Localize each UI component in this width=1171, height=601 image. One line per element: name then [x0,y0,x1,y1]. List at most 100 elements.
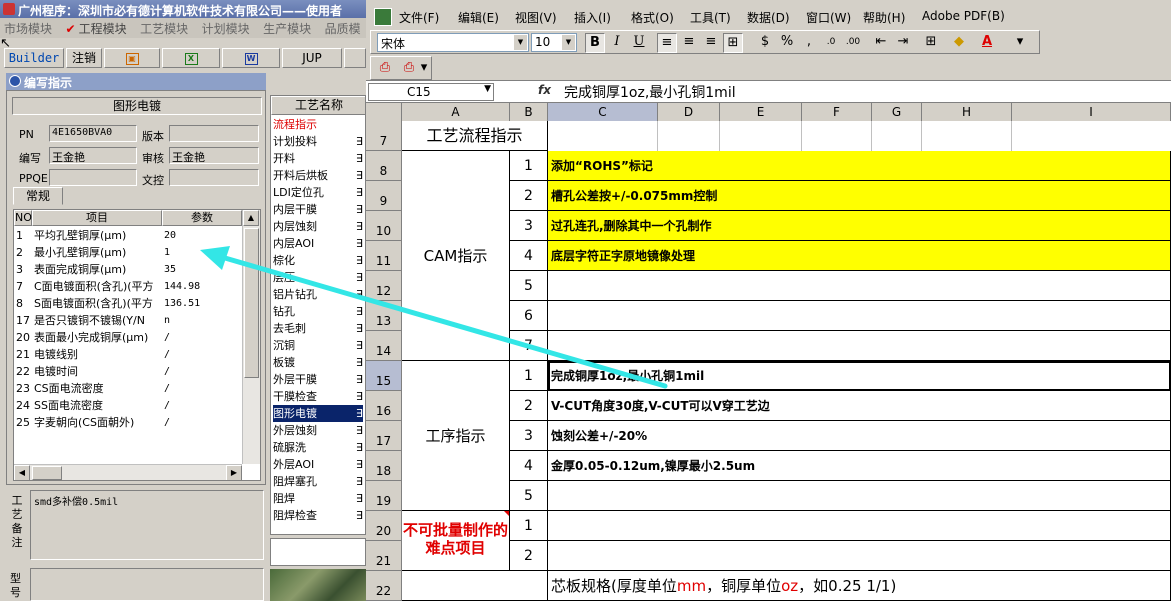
param-row[interactable]: 7 C面电镀面积(含孔)(平方 144.98 [14,278,244,295]
col-header-param[interactable]: 参数 [162,210,242,226]
param-row[interactable]: 3 表面完成铜厚(μm) 35 [14,261,244,278]
param-value[interactable]: 20 [164,227,242,244]
scroll-right-icon[interactable]: ▶ [226,465,242,480]
difficult-section-label[interactable]: 不可批量制作的难点项目 [402,511,510,571]
process-item-number[interactable]: 1 [510,361,548,391]
select-all-corner[interactable] [366,103,402,122]
wenkong-field[interactable] [169,169,259,186]
row-header-22[interactable]: 22 [366,571,402,601]
row-header-18[interactable]: 18 [366,451,402,481]
param-value[interactable]: / [164,414,242,431]
formula-input[interactable]: 完成铜厚1oz,最小孔铜1mil [564,82,736,102]
param-row[interactable]: 21 电镀线别 / [14,346,244,363]
process-list-item[interactable]: 内层蚀刻 ∃ [273,218,363,235]
menu-file[interactable]: 文件(F) [399,9,439,26]
column-header-f[interactable]: F [802,103,872,122]
comma-style-icon[interactable]: , [799,33,819,53]
row-header-12[interactable]: 12 [366,271,402,301]
logout-button[interactable]: 注销 [66,48,102,68]
version-field[interactable] [169,125,259,142]
column-header-d[interactable]: D [658,103,720,122]
column-header-a[interactable]: A [402,103,510,122]
process-item-text[interactable]: 蚀刻公差+/-20% [548,421,1171,451]
header-cell[interactable]: 工艺流程指示 [402,121,548,151]
pdf-email-icon[interactable]: ⎙ [399,59,419,79]
notes-textbox[interactable]: smd多补偿0.5mil [30,490,264,560]
row-header-13[interactable]: 13 [366,301,402,331]
process-section-label[interactable]: 工序指示 [402,361,510,511]
param-row[interactable]: 2 最小孔壁铜厚(μm) 1 [14,244,244,261]
difficult-item-text[interactable] [548,541,1171,571]
word-button[interactable]: W [222,48,280,68]
row22-blank-cell[interactable] [402,571,548,601]
param-row[interactable]: 23 CS面电流密度 / [14,380,244,397]
underline-button[interactable]: U [629,33,649,53]
process-list-item[interactable]: 硫脲洗 ∃ [273,439,363,456]
param-value[interactable]: n [164,312,242,329]
ppqe-field[interactable] [49,169,137,186]
process-list-item[interactable]: 外层干膜 ∃ [273,371,363,388]
process-list-item[interactable]: 铝片钻孔 ∃ [273,286,363,303]
process-list-item[interactable]: 流程指示 [273,116,363,133]
process-list-item[interactable]: 阻焊 ∃ [273,490,363,507]
toolbar-options-icon[interactable]: ▾ [419,59,429,79]
param-row[interactable]: 24 SS面电流密度 / [14,397,244,414]
cam-item-text[interactable]: 添加“ROHS”标记 [548,151,1171,181]
menu-view[interactable]: 视图(V) [515,9,557,26]
column-header-e[interactable]: E [720,103,802,122]
row-header-7[interactable]: 7 [366,121,402,151]
menu-adobe-pdf[interactable]: Adobe PDF(B) [922,9,1005,23]
param-row[interactable]: 25 字麦朝向(CS面朝外) / [14,414,244,431]
merge-center-icon[interactable]: ⊞ [723,33,743,53]
process-list-item[interactable]: 计划投料 ∃ [273,133,363,150]
col-header-item[interactable]: 项目 [32,210,162,226]
process-list-item[interactable]: 阻焊检查 ∃ [273,507,363,524]
font-name-select[interactable]: 宋体 ▼ [377,33,529,52]
menu-tools[interactable]: 工具(T) [690,9,731,26]
writer-field[interactable]: 王金艳 [49,147,137,164]
row-header-15[interactable]: 15 [366,361,402,391]
fill-color-icon[interactable]: ◆ [949,33,969,53]
menu-production-module[interactable]: 生产模块 [259,18,317,37]
param-value[interactable]: / [164,397,242,414]
align-left-icon[interactable]: ≡ [657,33,677,53]
cam-item-number[interactable]: 1 [510,151,548,181]
process-item-text[interactable]: 完成铜厚1oz,最小孔铜1mil [548,361,1171,391]
excel-button[interactable]: X [162,48,220,68]
menu-format[interactable]: 格式(O) [631,9,674,26]
cam-item-number[interactable]: 2 [510,181,548,211]
scroll-thumb[interactable] [244,228,259,378]
reviewer-field[interactable]: 王金艳 [169,147,259,164]
process-list-item[interactable]: 内层干膜 ∃ [273,201,363,218]
column-header-c[interactable]: C [548,103,658,122]
cam-item-text[interactable] [548,331,1171,361]
process-item-text[interactable]: V-CUT角度30度,V-CUT可以V穿工艺边 [548,391,1171,421]
process-item-number[interactable]: 2 [510,391,548,421]
process-item-text[interactable]: 金厚0.05-0.12um,镍厚最小2.5um [548,451,1171,481]
process-item-text[interactable] [548,481,1171,511]
font-color-icon[interactable]: A [977,33,997,53]
process-list-item[interactable]: 外层蚀刻 ∃ [273,422,363,439]
process-list-item[interactable]: 图形电镀 ∃ [273,405,363,422]
row-header-19[interactable]: 19 [366,481,402,511]
font-size-select[interactable]: 10 ▼ [531,33,577,52]
scroll-left-icon[interactable]: ◀ [14,465,30,480]
cam-item-text[interactable]: 过孔连孔,删除其中一个孔制作 [548,211,1171,241]
italic-button[interactable]: I [607,33,627,53]
param-value[interactable]: / [164,346,242,363]
cam-item-number[interactable]: 5 [510,271,548,301]
cam-section-label[interactable]: CAM指示 [402,151,510,361]
param-row[interactable]: 22 电镀时间 / [14,363,244,380]
align-right-icon[interactable]: ≡ [701,33,721,53]
toolbar-options-icon[interactable]: ▾ [1015,33,1025,53]
menu-window[interactable]: 窗口(W) [806,9,851,26]
param-value[interactable]: / [164,380,242,397]
process-item-number[interactable]: 5 [510,481,548,511]
param-row[interactable]: 1 平均孔壁铜厚(μm) 20 [14,227,244,244]
align-center-icon[interactable]: ≡ [679,33,699,53]
difficult-item-number[interactable]: 1 [510,511,548,541]
decrease-decimal-icon[interactable]: .00 [843,33,863,53]
menu-plan-module[interactable]: 计划模块 [198,18,256,37]
jup-button[interactable]: JUP [282,48,342,68]
percent-icon[interactable]: % [777,33,797,53]
